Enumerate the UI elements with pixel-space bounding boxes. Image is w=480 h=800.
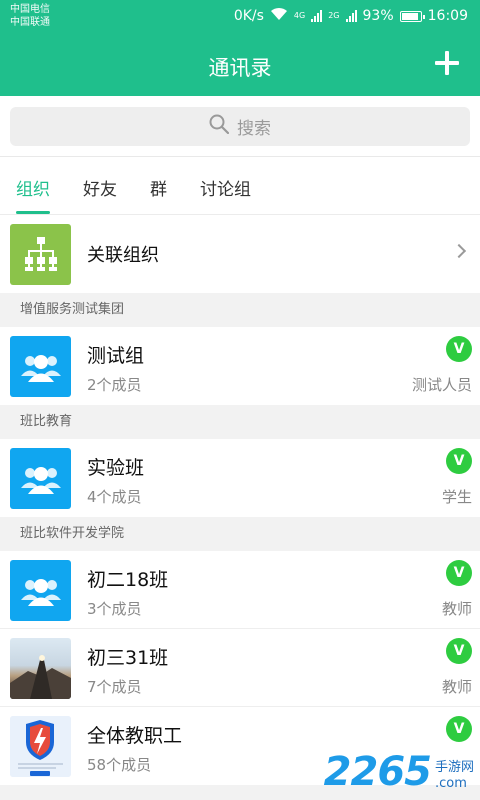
page-title: 通讯录 — [208, 56, 272, 80]
shield-app-avatar — [10, 716, 71, 777]
list-item[interactable]: 测试组 2个成员 V 测试人员 — [0, 327, 480, 405]
member-role: 教师 — [441, 600, 472, 618]
chevron-right-icon — [451, 243, 467, 259]
search-input[interactable]: 搜索 — [10, 107, 470, 146]
status-bar: 中国电信 中国联通 0K/s 4G 2G 93% 16:09 — [0, 0, 480, 36]
watermark-domain: .com — [434, 776, 467, 791]
network-type-2: 2G — [328, 11, 340, 20]
group-avatar — [10, 448, 71, 509]
tab-organization[interactable]: 组织 — [16, 175, 50, 214]
section-header: 班比软件开发学院 — [0, 517, 480, 551]
group-name: 测试组 — [87, 345, 145, 367]
member-role: 学生 — [441, 488, 472, 506]
app-header: 通讯录 — [0, 36, 480, 96]
network-type-1: 4G — [293, 11, 306, 20]
tab-discussion[interactable]: 讨论组 — [200, 175, 251, 214]
section-header: 班比教育 — [0, 405, 480, 439]
network-speed: 0K/s — [233, 8, 264, 24]
plus-icon[interactable] — [432, 48, 462, 78]
wifi-icon — [270, 7, 288, 25]
battery-icon — [399, 10, 425, 22]
org-chart-icon — [10, 223, 71, 285]
watermark-brand: 2265 — [323, 749, 432, 795]
verified-badge: V — [446, 560, 472, 586]
list-item[interactable]: 初三31班 7个成员 V 教师 — [0, 629, 480, 707]
member-count: 58个成员 — [87, 756, 152, 774]
section-list: 测试组 2个成员 V 测试人员 — [0, 327, 480, 405]
landscape-photo-avatar — [10, 638, 71, 699]
group-avatar — [10, 336, 71, 397]
group-name: 初三31班 — [87, 647, 169, 669]
group-name: 全体教职工 — [87, 725, 183, 747]
member-count: 7个成员 — [87, 678, 142, 696]
member-role: 测试人员 — [411, 376, 472, 394]
clock: 16:09 — [427, 8, 468, 24]
signal-icon-2 — [345, 10, 357, 22]
section-list: 实验班 4个成员 V 学生 — [0, 439, 480, 517]
linked-organization-label: 关联组织 — [87, 245, 159, 266]
battery-percent: 93% — [362, 8, 394, 24]
verified-badge: V — [446, 716, 472, 742]
group-name: 初二18班 — [87, 569, 169, 591]
section-header: 增值服务测试集团 — [0, 293, 480, 327]
tab-bar: 组织 好友 群 讨论组 — [0, 157, 480, 215]
verified-badge: V — [446, 336, 472, 362]
tab-groups[interactable]: 群 — [150, 175, 167, 214]
list-item[interactable]: 实验班 4个成员 V 学生 — [0, 439, 480, 517]
tab-friends[interactable]: 好友 — [83, 175, 117, 214]
member-role: 教师 — [441, 678, 472, 696]
member-count: 3个成员 — [87, 600, 142, 618]
list-item[interactable]: 初二18班 3个成员 V 教师 — [0, 551, 480, 629]
carrier-1: 中国电信 — [10, 4, 50, 15]
watermark-logo: 2265 手游网 .com — [324, 752, 474, 792]
linked-organization-row[interactable]: 关联组织 — [0, 215, 480, 293]
group-avatar — [10, 560, 71, 621]
watermark-suffix: 手游网 — [434, 760, 474, 775]
search-placeholder: 搜索 — [237, 119, 271, 139]
verified-badge: V — [446, 638, 472, 664]
signal-icon-1 — [311, 10, 323, 22]
member-count: 2个成员 — [87, 376, 142, 394]
carrier-info: 中国电信 中国联通 — [10, 3, 50, 29]
member-count: 4个成员 — [87, 488, 142, 506]
search-icon — [209, 114, 230, 139]
search-bar: 搜索 — [0, 96, 480, 157]
carrier-2: 中国联通 — [10, 17, 50, 28]
group-name: 实验班 — [87, 457, 145, 479]
verified-badge: V — [446, 448, 472, 474]
